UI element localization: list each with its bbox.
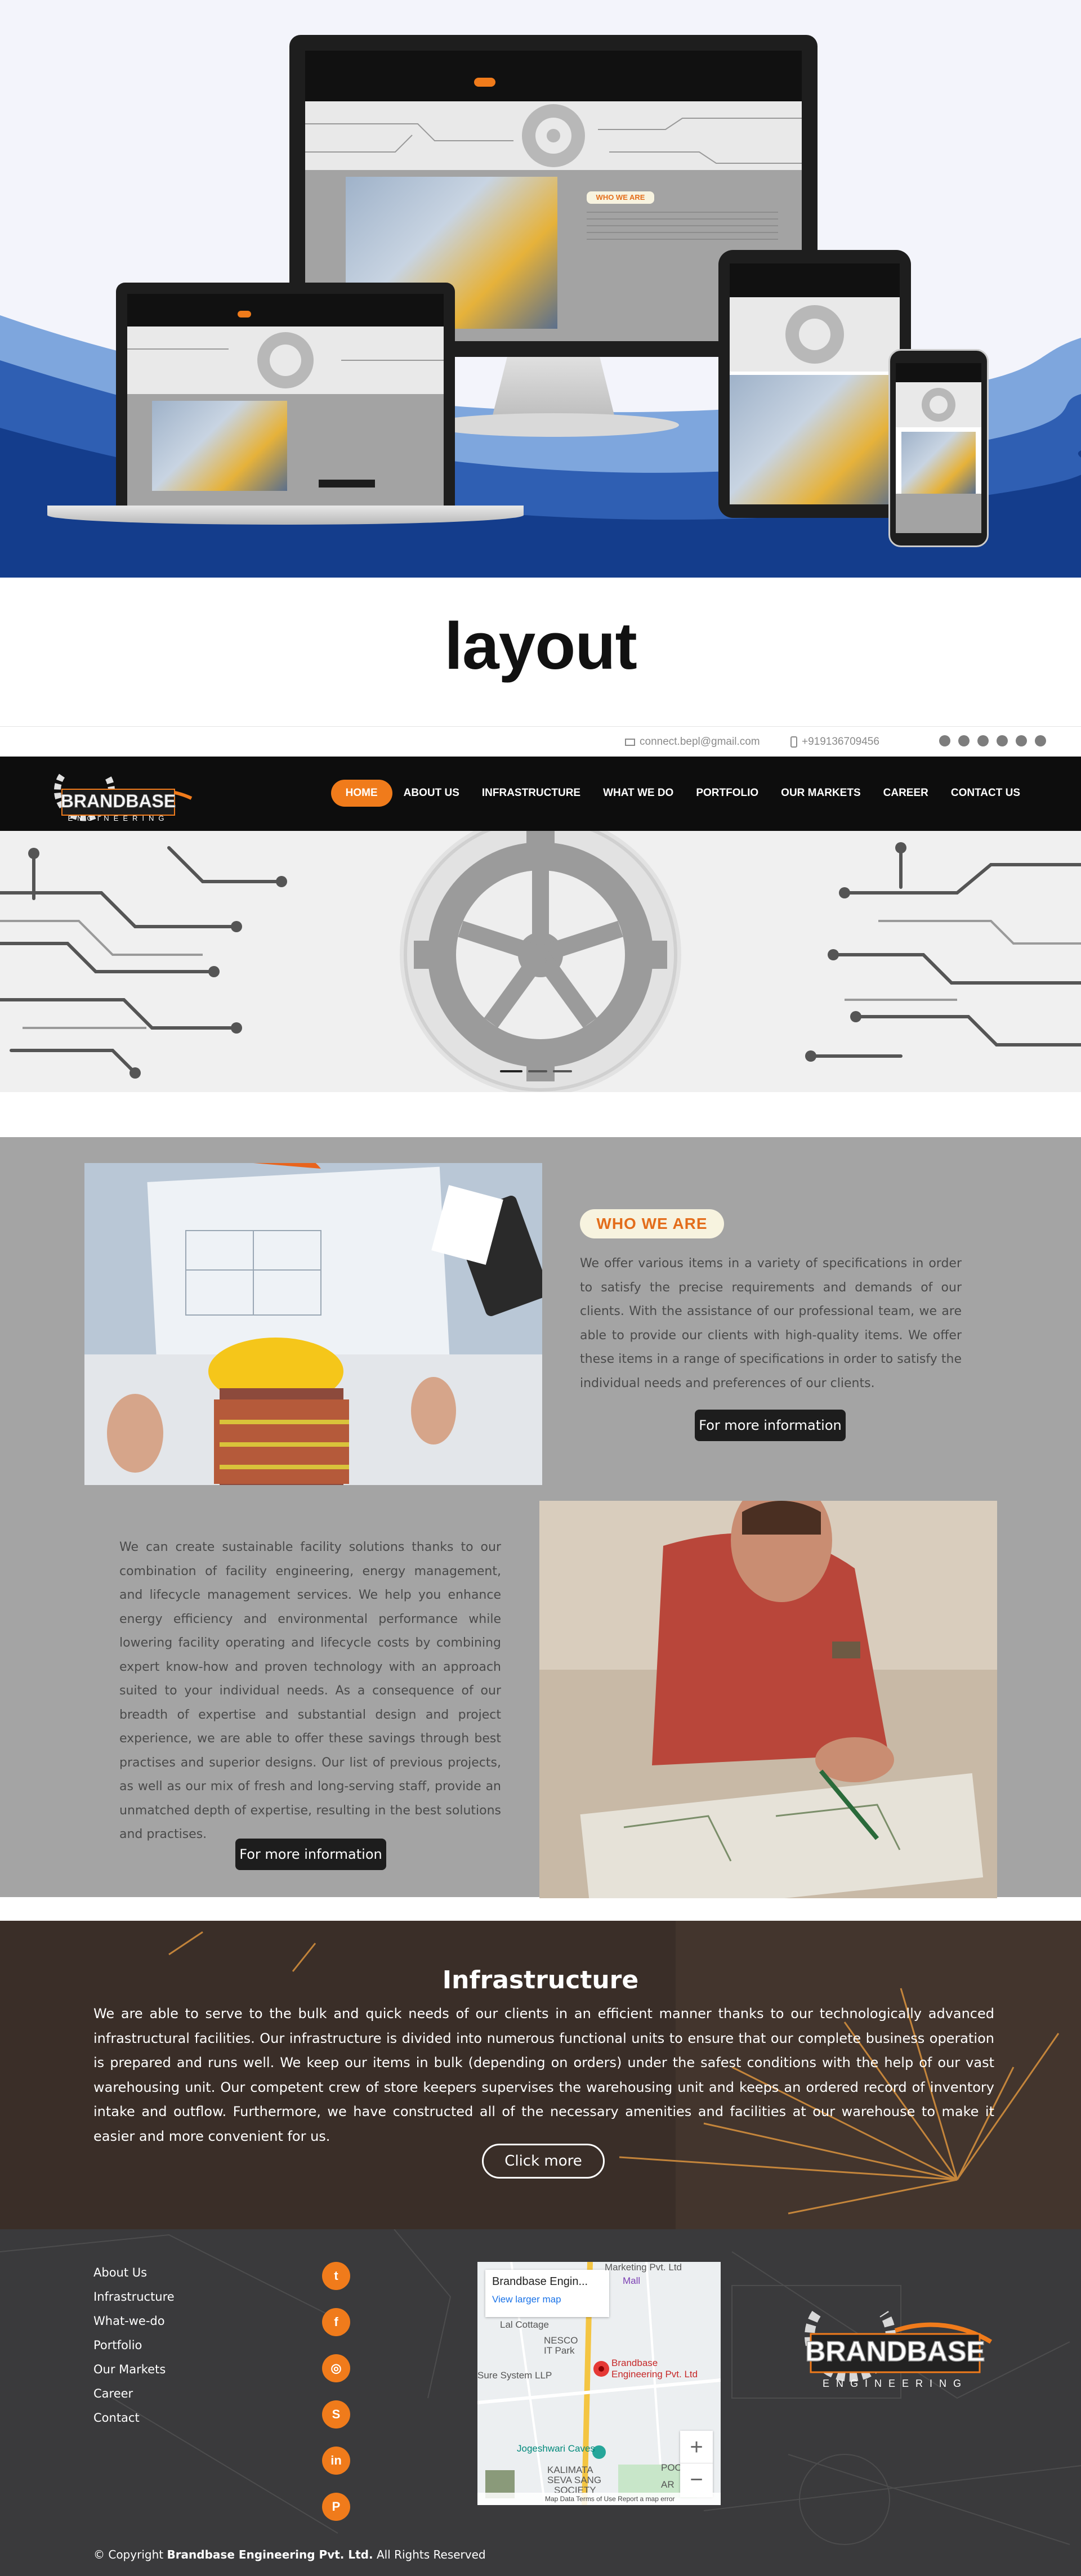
nav-our-markets[interactable]: OUR MARKETS xyxy=(770,780,872,807)
infrastructure-title: Infrastructure xyxy=(442,1966,639,1994)
map-info-card: Brandbase Engin... View larger map xyxy=(485,2270,609,2317)
nav-portfolio[interactable]: PORTFOLIO xyxy=(685,780,770,807)
showcase-heading: layout xyxy=(444,609,637,683)
zoom-in-button[interactable]: + xyxy=(680,2431,713,2463)
phone-text: +919136709456 xyxy=(802,736,879,748)
svg-text:ENGINEERING: ENGINEERING xyxy=(68,814,168,822)
skype-icon[interactable] xyxy=(997,735,1008,746)
brand-logo[interactable]: BRANDBASE ENGINEERING xyxy=(39,764,197,825)
map-label: NESCO xyxy=(544,2335,578,2346)
svg-text:BRANDBASE: BRANDBASE xyxy=(61,791,176,811)
email-contact[interactable]: connect.bepl@gmail.com xyxy=(625,736,760,748)
zoom-out-button[interactable]: − xyxy=(680,2463,713,2496)
nav-career[interactable]: CAREER xyxy=(872,780,940,807)
about-paragraph-1: We offer various items in a variety of s… xyxy=(580,1256,962,1390)
mini-pill-label: WHO WE ARE xyxy=(587,191,654,204)
pinterest-icon[interactable] xyxy=(1035,735,1046,746)
map-label: IT Park xyxy=(544,2345,575,2356)
footer-link-about-us[interactable]: About Us xyxy=(93,2261,175,2285)
site-footer: About Us Infrastructure What-we-do Portf… xyxy=(0,2229,1081,2576)
tablet xyxy=(718,250,911,518)
svg-text:BRANDBASE: BRANDBASE xyxy=(805,2336,985,2367)
device-mockup-hero: WHO WE ARE xyxy=(0,0,1081,578)
topbar-socials xyxy=(939,735,1046,746)
map-label: Brandbase xyxy=(611,2358,658,2368)
nav-contact-us[interactable]: CONTACT US xyxy=(940,780,1031,807)
about-paragraph-2: We can create sustainable facility solut… xyxy=(119,1540,501,1841)
monitor-base xyxy=(428,413,679,437)
copyright-company: Brandbase Engineering Pvt. Ltd. xyxy=(167,2548,373,2561)
instagram-icon[interactable]: ◎ xyxy=(322,2354,350,2382)
nav-menu: HOME ABOUT US INFRASTRUCTURE WHAT WE DO … xyxy=(330,780,1031,807)
footer-link-our-markets[interactable]: Our Markets xyxy=(93,2358,175,2382)
skype-icon[interactable]: S xyxy=(322,2400,350,2429)
footer-link-portfolio[interactable]: Portfolio xyxy=(93,2333,175,2358)
svg-text:ENGINEERING: ENGINEERING xyxy=(823,2378,968,2389)
map-label: Sure System LLP xyxy=(477,2370,552,2381)
view-larger-map-link[interactable]: View larger map xyxy=(492,2294,602,2305)
nav-infrastructure[interactable]: INFRASTRUCTURE xyxy=(471,780,592,807)
footer-socials: t f ◎ S in P xyxy=(322,2262,350,2539)
map-label: Mall xyxy=(623,2275,641,2286)
more-info-button-2[interactable]: For more information xyxy=(235,1839,386,1870)
laptop xyxy=(116,283,455,506)
twitter-icon[interactable] xyxy=(939,735,950,746)
nav-what-we-do[interactable]: WHAT WE DO xyxy=(592,780,685,807)
map-label: Engineering Pvt. Ltd xyxy=(611,2369,698,2380)
architect-drawing-photo xyxy=(539,1501,997,1898)
circuit-gear-illustration xyxy=(0,831,1081,1092)
map-label: KALIMATA xyxy=(547,2465,593,2475)
footer-link-career[interactable]: Career xyxy=(93,2382,175,2406)
map-label: Marketing Pvt. Ltd xyxy=(605,2262,682,2273)
slider-dot[interactable] xyxy=(500,1070,522,1072)
map-label: POO xyxy=(661,2462,682,2473)
footer-brand-logo[interactable]: BRANDBASE ENGINEERING xyxy=(783,2291,997,2398)
nav-home[interactable]: HOME xyxy=(330,780,392,807)
map-zoom-controls: + − xyxy=(680,2431,713,2497)
who-we-are-section: WHO WE ARE We offer various items in a v… xyxy=(0,1137,1081,1898)
slider-dot[interactable] xyxy=(528,1070,547,1072)
mobile-phone xyxy=(888,349,989,547)
copyright-prefix: © Copyright xyxy=(93,2548,164,2561)
mail-icon xyxy=(625,738,635,746)
map-attribution: Map Data Terms of Use Report a map error xyxy=(477,2493,721,2505)
footer-links: About Us Infrastructure What-we-do Portf… xyxy=(93,2261,175,2430)
pinterest-icon[interactable]: P xyxy=(322,2493,350,2521)
nav-about-us[interactable]: ABOUT US xyxy=(392,780,471,807)
slider-dot[interactable] xyxy=(553,1070,572,1072)
laptop-base xyxy=(47,506,524,525)
footer-link-what-we-do[interactable]: What-we-do xyxy=(93,2309,175,2333)
engineers-blueprint-photo xyxy=(84,1163,542,1485)
gear-logo-icon: BRANDBASE ENGINEERING xyxy=(54,773,193,822)
map-label: AR xyxy=(661,2479,674,2490)
linkedin-icon[interactable] xyxy=(1016,735,1027,746)
copyright-notice: © Copyright Brandbase Engineering Pvt. L… xyxy=(93,2548,486,2561)
email-text: connect.bepl@gmail.com xyxy=(640,736,760,748)
phone-contact[interactable]: +919136709456 xyxy=(790,736,879,748)
footer-link-infrastructure[interactable]: Infrastructure xyxy=(93,2285,175,2309)
who-we-are-pill: WHO WE ARE xyxy=(580,1209,724,1238)
hero-banner-slider[interactable] xyxy=(0,831,1081,1092)
click-more-button[interactable]: Click more xyxy=(482,2144,605,2179)
facebook-icon[interactable]: f xyxy=(322,2308,350,2336)
slider-dots xyxy=(500,1070,572,1072)
twitter-icon[interactable]: t xyxy=(322,2262,350,2290)
google-map-embed[interactable]: Brandbase Engin... View larger map Marke… xyxy=(477,2262,721,2505)
more-info-button-1[interactable]: For more information xyxy=(695,1410,846,1441)
phone-icon xyxy=(790,736,797,748)
linkedin-icon[interactable]: in xyxy=(322,2447,350,2475)
footer-link-contact[interactable]: Contact xyxy=(93,2406,175,2430)
map-place-title: Brandbase Engin... xyxy=(492,2275,588,2288)
infrastructure-section: Infrastructure We are able to serve to t… xyxy=(0,1921,1081,2229)
contact-topbar: connect.bepl@gmail.com +919136709456 xyxy=(0,726,1081,757)
copyright-suffix: All Rights Reserved xyxy=(376,2548,486,2561)
main-navbar: BRANDBASE ENGINEERING HOME ABOUT US INFR… xyxy=(0,757,1081,831)
map-label: SEVA SANG xyxy=(547,2475,602,2485)
gear-logo-icon: BRANDBASE ENGINEERING xyxy=(805,2311,993,2389)
infrastructure-text: We are able to serve to the bulk and qui… xyxy=(93,2006,994,2144)
instagram-icon[interactable] xyxy=(977,735,989,746)
facebook-icon[interactable] xyxy=(958,735,970,746)
map-label: Jogeshwari Caves xyxy=(517,2443,595,2454)
map-label: Lal Cottage xyxy=(500,2319,549,2330)
